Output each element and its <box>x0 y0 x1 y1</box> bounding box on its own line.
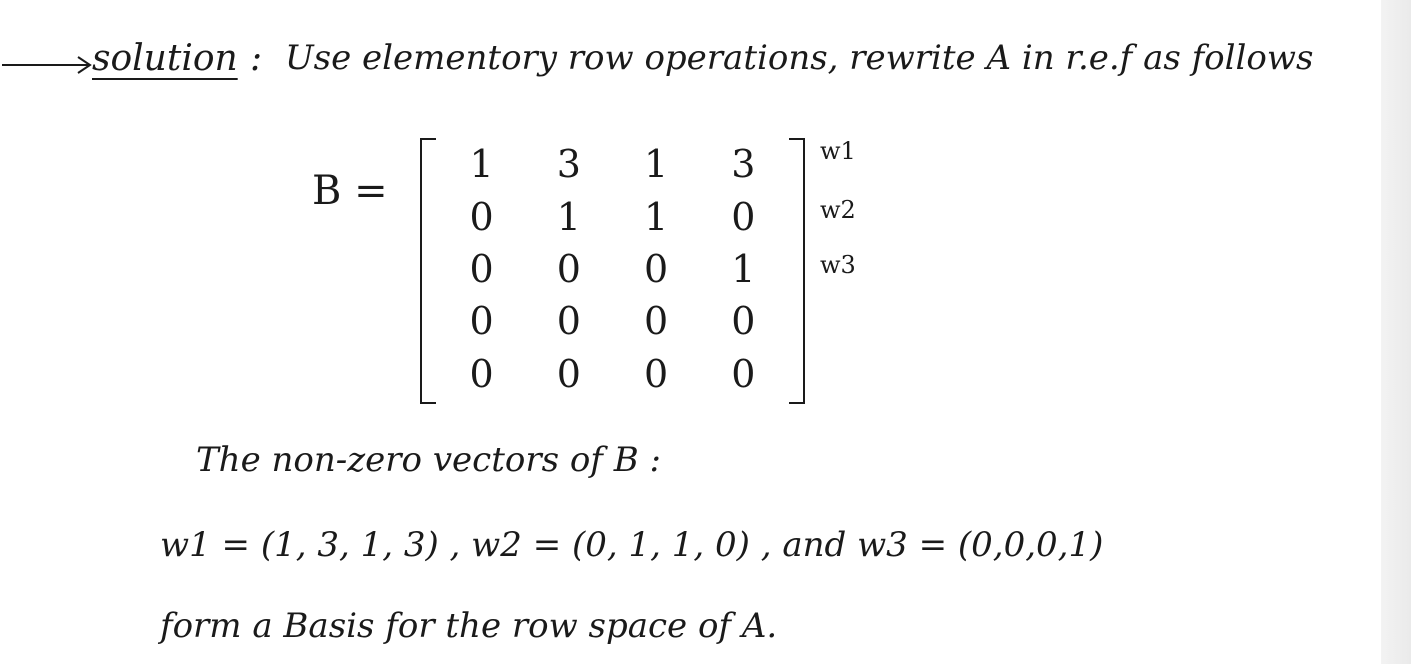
matrix-cell: 0 <box>469 194 494 239</box>
matrix-cell: 0 <box>556 351 581 396</box>
right-bracket <box>789 138 805 404</box>
vectors-definition-line: w1 = (1, 3, 1, 3) , w2 = (0, 1, 1, 0) , … <box>160 525 1104 565</box>
colon: : <box>250 38 263 79</box>
matrix-cell: 1 <box>469 142 494 187</box>
solution-heading: solution <box>92 38 238 79</box>
nonzero-vectors-line: The non-zero vectors of B : <box>196 440 661 480</box>
matrix-cell: 0 <box>469 246 494 291</box>
matrix-cell: 3 <box>731 142 756 187</box>
matrix-cell: 1 <box>644 194 669 239</box>
matrix-b: 1 3 1 3 0 1 1 0 0 0 0 1 0 0 0 0 0 0 0 0 <box>420 138 805 404</box>
matrix-cell: 0 <box>644 351 669 396</box>
page-edge-shadow <box>1381 0 1411 664</box>
arrow-right-icon <box>2 56 92 74</box>
matrix-cell: 0 <box>469 299 494 344</box>
matrix-cell: 0 <box>731 194 756 239</box>
matrix-cell: 1 <box>556 194 581 239</box>
matrix-cell: 0 <box>469 351 494 396</box>
matrix-cell: 0 <box>556 246 581 291</box>
left-bracket <box>420 138 436 404</box>
matrix-cell: 1 <box>731 246 756 291</box>
row-label-w3: w3 <box>820 251 856 279</box>
header-instruction: Use elementory row operations, rewrite A… <box>285 38 1314 78</box>
row-label-w1: w1 <box>820 137 856 165</box>
row-label-w2: w2 <box>820 196 856 224</box>
matrix-cell: 0 <box>644 299 669 344</box>
conclusion-line: form a Basis for the row space of A. <box>160 606 778 646</box>
matrix-cell: 1 <box>644 142 669 187</box>
matrix-cell: 0 <box>644 246 669 291</box>
matrix-cell: 0 <box>731 299 756 344</box>
matrix-name: B = <box>312 168 388 214</box>
matrix-cell: 0 <box>556 299 581 344</box>
matrix-cell: 3 <box>556 142 581 187</box>
matrix-cell: 0 <box>731 351 756 396</box>
matrix-grid: 1 3 1 3 0 1 1 0 0 0 0 1 0 0 0 0 0 0 0 0 <box>438 138 787 400</box>
